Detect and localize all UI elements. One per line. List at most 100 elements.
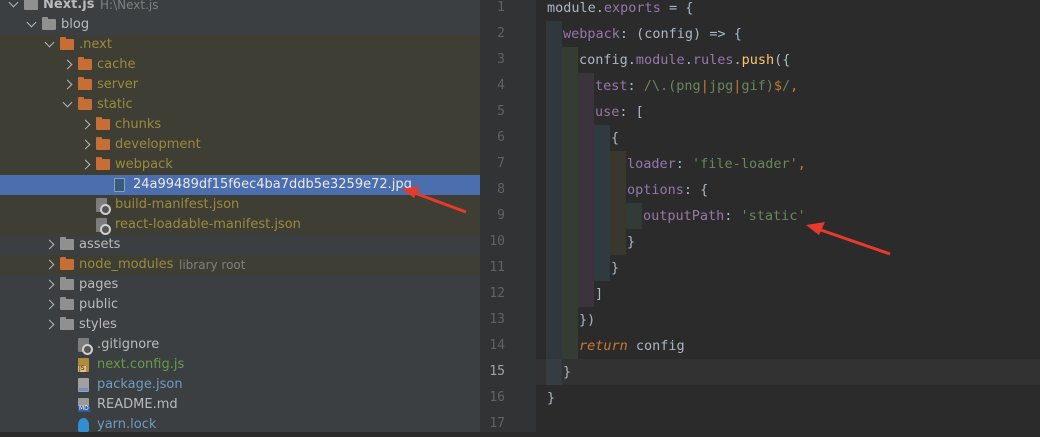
tree-row[interactable]: development (0, 135, 480, 155)
code-line[interactable]: outputPath: 'static' (536, 203, 1040, 229)
line-number: 17 (489, 416, 505, 431)
tree-row[interactable]: blog (0, 15, 480, 35)
indent-guide (562, 99, 578, 125)
code-line[interactable]: } (536, 385, 1040, 411)
code-line[interactable]: test: /\.(png|jpg|gif)$/, (536, 73, 1040, 99)
chevron-right-icon[interactable] (80, 159, 91, 170)
tree-row[interactable]: 24a99489df15f6ec4ba7ddb5e3259e72.jpg (0, 175, 480, 195)
tree-row-label: pages (79, 277, 119, 292)
tree-row[interactable]: node_modules library root (0, 255, 480, 275)
chevron-right-icon[interactable] (80, 119, 91, 130)
chevron-down-icon[interactable] (44, 37, 55, 48)
code-token: | (700, 78, 709, 94)
tree-row[interactable]: yarn.lock (0, 415, 480, 432)
indent-guide (562, 47, 578, 73)
code-line[interactable]: } (536, 255, 1040, 281)
line-number: 6 (497, 130, 505, 145)
tree-row-label: yarn.lock (97, 417, 157, 432)
tree-row[interactable]: README.md (0, 395, 480, 415)
tree-row-label: development (115, 137, 201, 152)
chevron-right-icon[interactable] (44, 299, 55, 310)
tree-row[interactable]: pages (0, 275, 480, 295)
chevron-right-icon[interactable] (62, 59, 73, 70)
code-token: 'file-loader' (692, 156, 798, 172)
code-line[interactable] (536, 411, 1040, 432)
folder-icon (24, 0, 38, 10)
code-line[interactable]: } (536, 359, 1040, 385)
indent-guide (562, 255, 578, 281)
code-token: 'static' (740, 208, 806, 224)
code-token: . (733, 52, 742, 68)
line-number: 2 (497, 26, 505, 41)
code-token: : (627, 78, 644, 94)
tree-row[interactable]: chunks (0, 115, 480, 135)
tree-row[interactable]: build-manifest.json (0, 195, 480, 215)
code-editor[interactable]: module.exports = {webpack: (config) => {… (536, 0, 1040, 432)
indent-guide (578, 255, 594, 281)
js-file-icon (78, 358, 89, 372)
tree-row[interactable]: next.config.js (0, 355, 480, 375)
tree-row[interactable]: server (0, 75, 480, 95)
indent-guide (578, 281, 594, 307)
chevron-down-icon[interactable] (62, 97, 73, 108)
line-number: 7 (497, 156, 505, 171)
indent-guide (546, 255, 562, 281)
chevron-down-icon[interactable] (8, 0, 19, 8)
tree-row[interactable]: .gitignore (0, 335, 480, 355)
tree-row[interactable]: assets (0, 235, 480, 255)
chevron-right-icon[interactable] (44, 319, 55, 330)
code-token: module (547, 0, 596, 16)
line-number: 3 (497, 52, 505, 67)
tree-row[interactable]: package.json (0, 375, 480, 395)
code-line[interactable]: loader: 'file-loader', (536, 151, 1040, 177)
code-token: return (579, 338, 628, 354)
indent-guide (578, 177, 594, 203)
tree-row[interactable]: Next.js H:\Next.js (0, 0, 480, 15)
code-token: exports (603, 0, 661, 16)
indent-guide (546, 151, 562, 177)
folder-icon (60, 297, 74, 310)
code-line[interactable]: config.module.rules.push({ (536, 47, 1040, 73)
code-token: config (627, 338, 685, 354)
tree-row[interactable]: react-loadable-manifest.json (0, 215, 480, 235)
code-line[interactable]: { (536, 125, 1040, 151)
chevron-right-icon[interactable] (44, 239, 55, 250)
tree-row[interactable]: webpack (0, 155, 480, 175)
line-number: 12 (489, 286, 505, 301)
folder-icon (96, 117, 110, 130)
code-token: }) (579, 312, 596, 328)
code-line[interactable]: options: { (536, 177, 1040, 203)
code-line[interactable]: use: [ (536, 99, 1040, 125)
code-line[interactable]: ] (536, 281, 1040, 307)
code-token: /\.(png (643, 78, 701, 94)
tree-row[interactable]: .next (0, 35, 480, 55)
chevron-right-icon[interactable] (44, 259, 55, 270)
indent-guide (610, 177, 626, 203)
indent-guide (562, 203, 578, 229)
line-number-gutter: 1 2 3 4 5 6 7 8 9 10 11 12 13 14 15 16 17 (480, 0, 547, 432)
code-line[interactable]: webpack: (config) => { (536, 21, 1040, 47)
code-token: / (782, 78, 791, 94)
code-token: outputPath (643, 208, 725, 224)
tree-row[interactable]: public (0, 295, 480, 315)
tree-row-label: package.json (97, 377, 183, 392)
indent-guide (594, 151, 610, 177)
tree-row[interactable]: cache (0, 55, 480, 75)
tree-row-label: next.config.js (97, 357, 185, 372)
code-line[interactable]: }) (536, 307, 1040, 333)
code-token: . (627, 52, 636, 68)
chevron-right-icon[interactable] (62, 79, 73, 90)
tree-row[interactable]: static (0, 95, 480, 115)
code-token: gif) (741, 78, 774, 94)
folder-icon (60, 277, 74, 290)
indent-guide (594, 255, 610, 281)
code-line[interactable]: } (536, 229, 1040, 255)
tree-row[interactable]: styles (0, 315, 480, 335)
chevron-right-icon[interactable] (80, 139, 91, 150)
code-line[interactable]: return config (536, 333, 1040, 359)
chevron-right-icon[interactable] (44, 279, 55, 290)
code-line[interactable]: module.exports = { (536, 0, 1040, 21)
code-token: { (611, 130, 620, 146)
chevron-down-icon[interactable] (26, 17, 37, 28)
code-token: { (725, 26, 742, 42)
